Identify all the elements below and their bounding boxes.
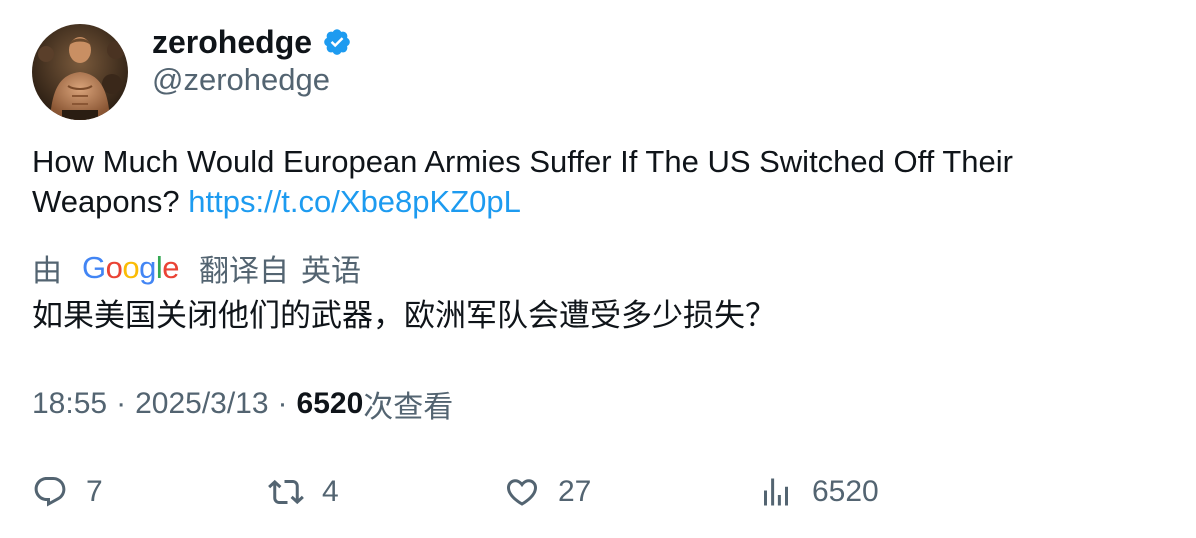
tweet-time[interactable]: 18:55 xyxy=(32,387,107,421)
author-name-row: zerohedge xyxy=(152,22,352,62)
tweet-metadata: 18:55 · 2025/3/13 · 6520 次查看 xyxy=(32,384,453,424)
source-language: 英语 xyxy=(301,255,362,288)
reply-count: 7 xyxy=(86,475,103,508)
views-count: 6520 xyxy=(296,387,364,420)
reply-icon xyxy=(34,477,66,507)
analytics-button[interactable]: 6520 xyxy=(758,472,879,512)
translation-attribution[interactable]: 由 Google 翻译自 英语 xyxy=(32,248,361,288)
tweet-card: zerohedge @zerohedge How Much Would Euro… xyxy=(0,0,1196,538)
translated-text: 如果美国关闭他们的武器，欧洲军队会遭受多少损失？ xyxy=(32,298,776,333)
views-label: 次查看 xyxy=(363,391,454,424)
translated-from-label: 翻译自 xyxy=(199,255,290,288)
retweet-button[interactable]: 4 xyxy=(268,472,339,512)
heart-icon xyxy=(506,479,538,506)
tweet-body: How Much Would European Armies Suffer If… xyxy=(32,144,1013,219)
reply-button[interactable]: 7 xyxy=(32,472,103,512)
tweet-link[interactable]: https://t.co/Xbe8pKZ0pL xyxy=(188,184,521,219)
like-button[interactable]: 27 xyxy=(504,472,591,512)
translated-by-label: 由 xyxy=(32,255,62,288)
meta-separator: · xyxy=(277,387,288,420)
display-name[interactable]: zerohedge xyxy=(152,24,312,61)
analytics-bar-chart-icon xyxy=(764,478,788,506)
retweet-count: 4 xyxy=(322,475,339,508)
author-handle[interactable]: @zerohedge xyxy=(152,62,330,98)
retweet-icon xyxy=(268,479,304,505)
like-count: 27 xyxy=(558,475,592,508)
google-logo-icon: Google xyxy=(82,250,180,285)
avatar[interactable] xyxy=(32,24,128,120)
avatar-photo-icon xyxy=(32,24,128,120)
analytics-count: 6520 xyxy=(812,475,879,508)
meta-separator: · xyxy=(116,387,127,420)
tweet-text: How Much Would European Armies Suffer If… xyxy=(32,142,1162,222)
verified-badge-icon xyxy=(322,27,352,57)
tweet-date[interactable]: 2025/3/13 xyxy=(135,387,268,421)
